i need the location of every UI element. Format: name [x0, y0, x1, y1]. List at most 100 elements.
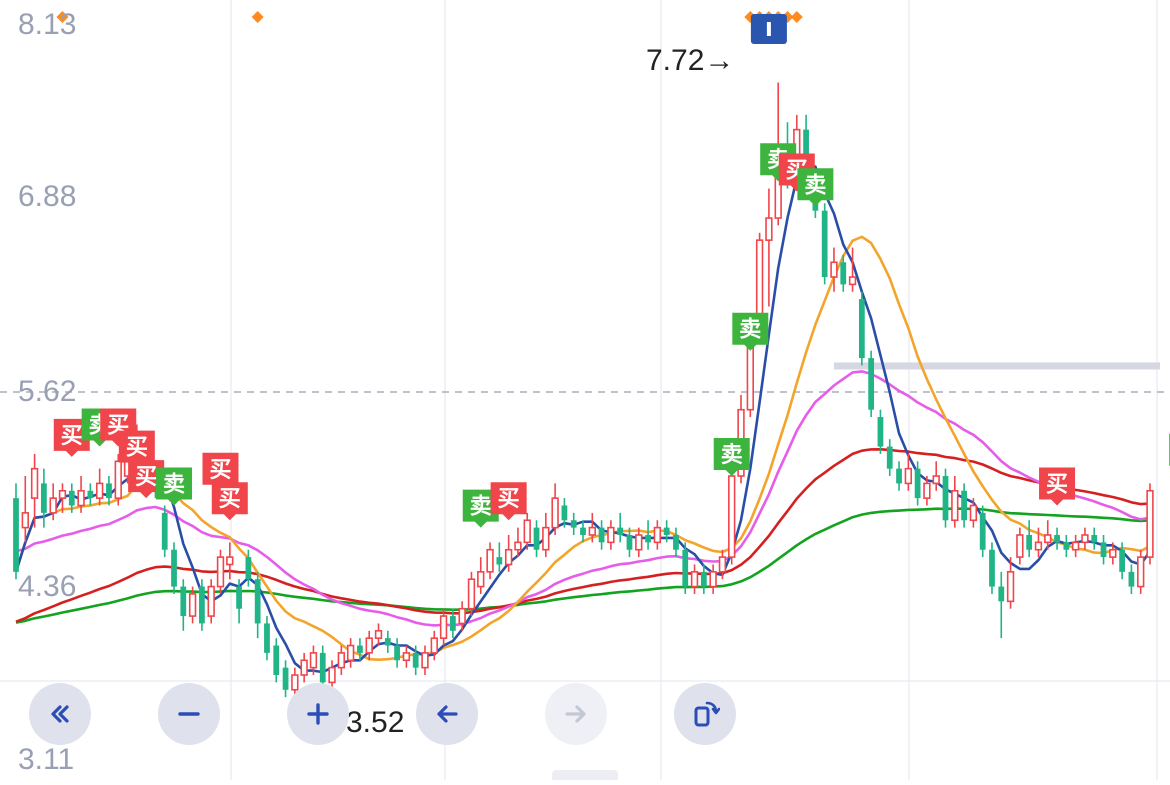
sell-signal-label: 卖: [739, 317, 761, 343]
bottom-drag-handle[interactable]: [552, 770, 618, 780]
arrow-left-icon: [437, 705, 458, 723]
y-tick-label-max: 8.13: [18, 8, 77, 41]
candle-body-up: [477, 571, 485, 588]
candle-body-up: [1016, 534, 1024, 558]
candle-body-down: [663, 527, 670, 535]
candle-body-up: [58, 489, 67, 499]
rewind-button[interactable]: [29, 683, 91, 745]
y-tick-label-reference: 5.62: [18, 375, 77, 408]
candle-body-up: [635, 534, 643, 551]
candle-body-up: [21, 512, 29, 529]
candle-body-down: [106, 483, 112, 499]
sell-signal-label: 卖: [470, 494, 492, 520]
rotate-icon: [694, 701, 720, 727]
candle-body-up: [830, 261, 838, 278]
candle-body-up: [1137, 556, 1145, 588]
candle-body-down: [868, 358, 875, 410]
candle-body-up: [1044, 534, 1052, 544]
zoom-in-button[interactable]: [287, 683, 349, 745]
candle-body-up: [951, 489, 959, 522]
candle-body-up: [458, 607, 466, 625]
candle-body-down: [1119, 549, 1125, 572]
candle-body-down: [821, 210, 828, 278]
candle-body-up: [486, 548, 494, 573]
minus-icon: [178, 712, 200, 716]
candle-body-up: [1109, 548, 1117, 558]
candle-body-up: [374, 630, 383, 639]
y-tick-label: 4.36: [18, 570, 77, 603]
candle-body-down: [1100, 542, 1107, 558]
candle-body-down: [1054, 534, 1060, 543]
candle-body-up: [653, 526, 662, 544]
candle-body-down: [645, 534, 651, 543]
candle-body-up: [114, 460, 122, 499]
candle-body-down: [998, 586, 1005, 602]
candle-body-up: [690, 571, 699, 588]
candle-body-down: [533, 527, 540, 550]
candle-body-down: [617, 527, 624, 535]
candle-body-down: [580, 527, 586, 535]
zoom-out-button[interactable]: [158, 683, 220, 745]
candle-body-up: [216, 556, 225, 588]
back-button[interactable]: [416, 683, 478, 745]
candle-body-down: [264, 623, 270, 653]
candlestick-chart[interactable]: 买卖买买买卖买买卖买卖卖卖买卖买卖: [0, 0, 1170, 780]
candle-body-up: [718, 556, 727, 573]
candle-body-up: [1146, 489, 1154, 558]
candle-body-down: [319, 652, 326, 683]
arrow-right-icon: [565, 705, 586, 723]
buy-signal-label: 买: [61, 424, 83, 449]
info-badge-glyph: [766, 22, 771, 36]
candle-body-down: [858, 299, 865, 359]
rotate-button[interactable]: [674, 683, 736, 745]
candle-body-down: [171, 549, 177, 587]
candle-body-down: [989, 549, 995, 587]
y-tick-label-min: 3.11: [18, 743, 75, 776]
candle-body-down: [1026, 534, 1033, 550]
candle-body-up: [439, 615, 448, 639]
buy-signal-label: 买: [1046, 473, 1068, 498]
candle-body-down: [896, 468, 902, 484]
candle-body-down: [1128, 571, 1135, 587]
candle-body-down: [961, 490, 967, 521]
forward-button[interactable]: [545, 683, 607, 745]
candle-body-up: [402, 652, 411, 662]
candle-body-up: [932, 475, 940, 485]
candle-body-down: [394, 645, 400, 661]
candle-body-down: [570, 520, 577, 528]
candle-body-down: [914, 468, 921, 499]
candle-body-down: [561, 505, 568, 521]
buy-signal-label: 买: [498, 487, 520, 512]
candle-body-down: [886, 446, 893, 469]
sell-signal-label: 卖: [804, 172, 826, 198]
candle-body-up: [969, 504, 978, 522]
candle-body-up: [467, 578, 476, 610]
candle-body-down: [673, 534, 679, 550]
double-chevron-left-icon: [51, 705, 69, 723]
event-diamond-icon: [251, 11, 264, 23]
candle-body-up: [923, 482, 931, 499]
candle-body-down: [41, 483, 47, 513]
candle-body-up: [309, 652, 318, 669]
buy-signal-label: 买: [135, 465, 157, 490]
candle-body-up: [542, 526, 550, 551]
candle-body-down: [598, 527, 605, 543]
sell-signal-label: 卖: [721, 442, 743, 468]
candle-body-up: [1034, 541, 1043, 551]
candle-body-down: [87, 490, 94, 499]
candle-body-up: [504, 548, 513, 566]
candle-body-down: [979, 512, 986, 550]
candle-body-up: [607, 526, 615, 544]
candle-body-down: [877, 417, 884, 447]
candle-body-up: [365, 637, 373, 654]
candle-body-up: [1081, 534, 1089, 544]
candle-body-down: [412, 652, 419, 668]
candle-body-up: [77, 489, 85, 507]
candle-body-down: [273, 645, 280, 676]
candle-body-down: [626, 534, 633, 550]
plus-icon: [307, 703, 329, 725]
chart-area[interactable]: 买卖买买买卖买买卖买卖卖卖买卖买卖: [0, 0, 1170, 780]
candle-body-down: [357, 645, 363, 653]
candle-body-up: [207, 585, 215, 617]
candle-body-up: [421, 652, 429, 669]
